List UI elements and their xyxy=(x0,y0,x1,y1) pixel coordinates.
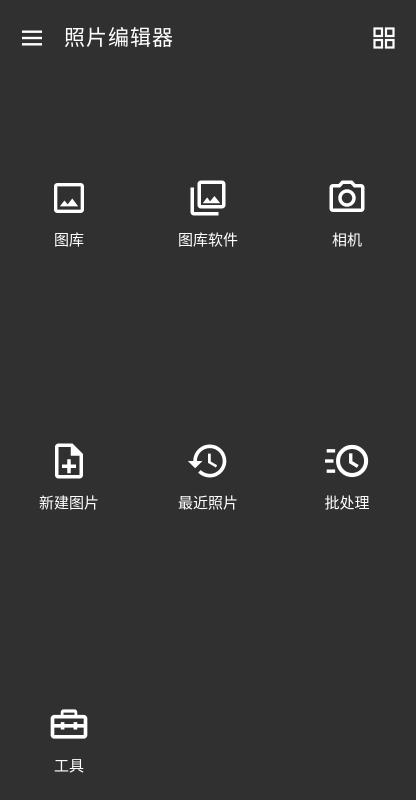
grid-view-icon xyxy=(373,27,395,49)
tile-batch[interactable]: 批处理 xyxy=(278,439,416,549)
tile-label: 图库软件 xyxy=(177,231,238,249)
tile-label: 图库 xyxy=(53,231,84,249)
tile-label: 新建图片 xyxy=(38,494,99,512)
tile-tools[interactable]: 工具 xyxy=(0,702,138,800)
tile-label: 批处理 xyxy=(324,494,370,512)
tile-gallery-app[interactable]: 图库软件 xyxy=(139,176,277,286)
image-icon xyxy=(47,176,91,220)
page-title: 照片编辑器 xyxy=(64,26,174,50)
history-icon xyxy=(186,439,230,483)
tile-recent-photos[interactable]: 最近照片 xyxy=(139,439,277,549)
tile-camera[interactable]: 相机 xyxy=(278,176,416,286)
menu-button[interactable] xyxy=(8,14,56,62)
note-add-icon xyxy=(47,439,91,483)
camera-icon xyxy=(325,176,369,220)
tile-new-image[interactable]: 新建图片 xyxy=(0,439,138,549)
grid-view-button[interactable] xyxy=(360,14,408,62)
tile-label: 相机 xyxy=(331,231,362,249)
toolbar: 照片编辑器 xyxy=(0,0,416,76)
tile-gallery[interactable]: 图库 xyxy=(0,176,138,286)
tile-label: 工具 xyxy=(53,757,84,775)
app-root: 照片编辑器 图库 图库软件 相机 新建图片 最近照片 批处理 工具 xyxy=(0,0,416,800)
photo-library-icon xyxy=(186,176,230,220)
menu-icon xyxy=(22,30,42,46)
tile-label: 最近照片 xyxy=(177,494,238,512)
batch-clock-icon xyxy=(325,439,369,483)
toolbox-icon xyxy=(47,702,91,746)
